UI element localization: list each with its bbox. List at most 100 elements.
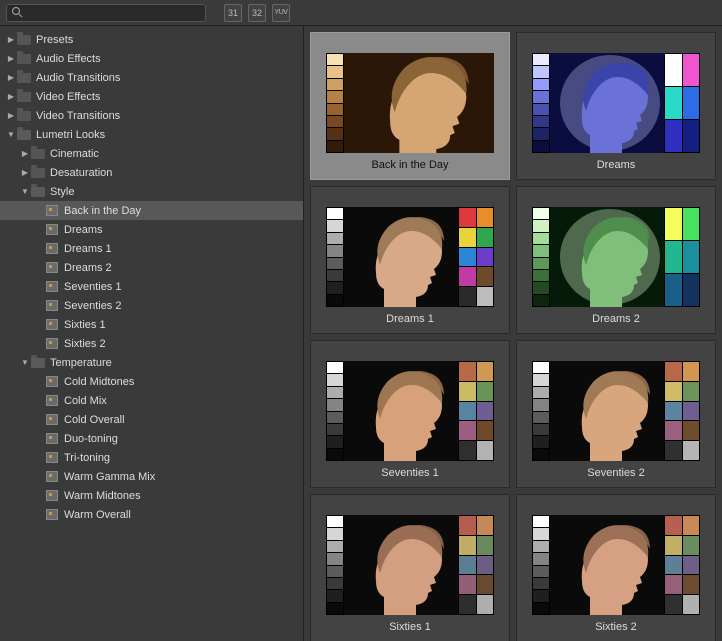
preset-dreams-1[interactable]: ▶Dreams 1	[0, 239, 303, 258]
color-chips-right	[458, 207, 494, 307]
chevron-right-icon[interactable]: ▶	[6, 54, 16, 63]
preset-warm-midtones[interactable]: ▶Warm Midtones	[0, 486, 303, 505]
face-graphic	[344, 207, 458, 307]
toolbar-button-1[interactable]: 31	[224, 4, 242, 22]
preset-sixties-1[interactable]: ▶Sixties 1	[0, 315, 303, 334]
folder-style[interactable]: ▼Style	[0, 182, 303, 201]
color-chip	[533, 91, 549, 102]
toolbar-button-2[interactable]: 32	[248, 4, 266, 22]
folder-icon	[16, 90, 32, 104]
color-chip	[327, 528, 343, 539]
preset-duo-toning[interactable]: ▶Duo-toning	[0, 429, 303, 448]
thumbnail-grid: Back in the Day Dreams Dreams 1 Dreams 2…	[304, 26, 722, 641]
color-chip	[533, 603, 549, 614]
color-chip	[327, 516, 343, 527]
preset-cold-overall[interactable]: ▶Cold Overall	[0, 410, 303, 429]
preset-sixties-2[interactable]: ▶Sixties 2	[0, 334, 303, 353]
color-chip	[683, 120, 700, 152]
preset-cold-mix[interactable]: ▶Cold Mix	[0, 391, 303, 410]
folder-presets[interactable]: ▶Presets	[0, 30, 303, 49]
folder-video-transitions[interactable]: ▶Video Transitions	[0, 106, 303, 125]
thumbnail-caption: Dreams 1	[386, 313, 434, 325]
color-chip	[533, 362, 549, 373]
thumbnail-back-in-the-day[interactable]: Back in the Day	[310, 32, 510, 180]
color-chip	[459, 248, 476, 267]
color-chip	[533, 436, 549, 447]
tree-item-label: Temperature	[50, 357, 112, 369]
tree-item-label: Back in the Day	[64, 205, 141, 217]
thumbnail-sixties-1[interactable]: Sixties 1	[310, 494, 510, 641]
chevron-right-icon[interactable]: ▶	[6, 111, 16, 120]
color-chips-left	[532, 515, 550, 615]
tree-item-label: Cold Midtones	[64, 376, 134, 388]
preset-icon	[44, 204, 60, 218]
color-chip	[327, 424, 343, 435]
color-chip	[459, 595, 476, 614]
chevron-right-icon[interactable]: ▶	[6, 35, 16, 44]
chevron-right-icon[interactable]: ▶	[6, 92, 16, 101]
color-chip	[683, 556, 700, 575]
folder-audio-effects[interactable]: ▶Audio Effects	[0, 49, 303, 68]
thumbnail-dreams[interactable]: Dreams	[516, 32, 716, 180]
tree-item-label: Video Effects	[36, 91, 100, 103]
tree-item-label: Lumetri Looks	[36, 129, 105, 141]
folder-temperature[interactable]: ▼ Temperature	[0, 353, 303, 372]
folder-icon	[16, 128, 32, 142]
color-chip	[683, 241, 700, 273]
preset-icon	[44, 489, 60, 503]
preset-dreams[interactable]: ▶Dreams	[0, 220, 303, 239]
color-chip	[327, 220, 343, 231]
chevron-down-icon[interactable]: ▼	[6, 130, 16, 139]
color-chip	[533, 116, 549, 127]
thumbnail-seventies-1[interactable]: Seventies 1	[310, 340, 510, 488]
folder-video-effects[interactable]: ▶ Video Effects	[0, 87, 303, 106]
thumbnail-sixties-2[interactable]: Sixties 2	[516, 494, 716, 641]
preset-seventies-1[interactable]: ▶Seventies 1	[0, 277, 303, 296]
preset-seventies-2[interactable]: ▶Seventies 2	[0, 296, 303, 315]
chevron-down-icon[interactable]: ▼	[20, 358, 30, 367]
color-chip	[533, 578, 549, 589]
effects-tree[interactable]: ▶Presets▶Audio Effects▶Audio Transitions…	[0, 26, 304, 641]
color-chip	[327, 566, 343, 577]
color-chip	[459, 362, 476, 381]
preset-back-in-the-day[interactable]: ▶Back in the Day	[0, 201, 303, 220]
color-chip	[477, 228, 494, 247]
chevron-right-icon[interactable]: ▶	[20, 149, 30, 158]
thumbnail-image	[326, 207, 494, 307]
thumbnail-dreams-1[interactable]: Dreams 1	[310, 186, 510, 334]
chevron-right-icon[interactable]: ▶	[20, 168, 30, 177]
folder-lumetri-looks[interactable]: ▼ Lumetri Looks	[0, 125, 303, 144]
color-chip	[683, 595, 700, 614]
chevron-right-icon[interactable]: ▶	[6, 73, 16, 82]
preset-warm-overall[interactable]: ▶Warm Overall	[0, 505, 303, 524]
folder-audio-transitions[interactable]: ▶Audio Transitions	[0, 68, 303, 87]
folder-icon	[16, 109, 32, 123]
search-input[interactable]	[6, 4, 206, 22]
preset-icon	[44, 318, 60, 332]
color-chip	[477, 536, 494, 555]
preset-cold-midtones[interactable]: ▶Cold Midtones	[0, 372, 303, 391]
chevron-down-icon[interactable]: ▼	[20, 187, 30, 196]
tree-item-label: Seventies 1	[64, 281, 121, 293]
preset-dreams-2[interactable]: ▶Dreams 2	[0, 258, 303, 277]
color-chip	[327, 399, 343, 410]
preset-tri-toning[interactable]: ▶Tri-toning	[0, 448, 303, 467]
color-chip	[665, 362, 682, 381]
color-chip	[683, 274, 700, 306]
thumbnail-image	[326, 53, 494, 153]
toolbar-button-yuv[interactable]: YUV	[272, 4, 290, 22]
color-chip	[683, 536, 700, 555]
color-chip	[477, 208, 494, 227]
color-chip	[327, 541, 343, 552]
color-chip	[459, 536, 476, 555]
color-chip	[327, 387, 343, 398]
folder-cinematic[interactable]: ▶Cinematic	[0, 144, 303, 163]
thumbnail-seventies-2[interactable]: Seventies 2	[516, 340, 716, 488]
preset-warm-gamma-mix[interactable]: ▶Warm Gamma Mix	[0, 467, 303, 486]
color-chips-left	[326, 361, 344, 461]
thumbnail-dreams-2[interactable]: Dreams 2	[516, 186, 716, 334]
tree-item-label: Seventies 2	[64, 300, 121, 312]
thumbnail-caption: Dreams	[597, 159, 636, 171]
preset-icon	[44, 508, 60, 522]
folder-desaturation[interactable]: ▶Desaturation	[0, 163, 303, 182]
